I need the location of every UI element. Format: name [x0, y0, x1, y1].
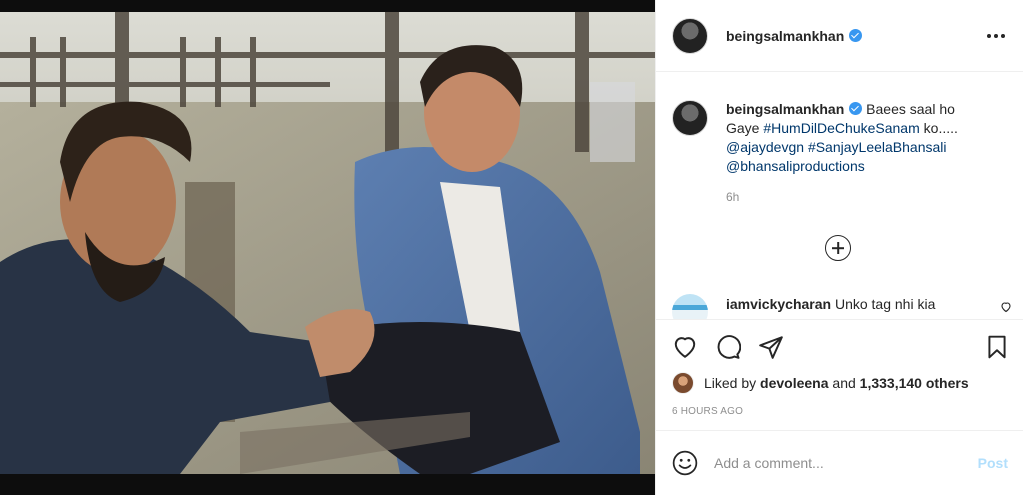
- share-icon[interactable]: [758, 334, 784, 360]
- mention-link[interactable]: @bhansaliproductions: [726, 158, 865, 174]
- load-more-comments-icon[interactable]: [825, 235, 851, 261]
- comment-item: iamvickycharan Unko tag nhi kia: [672, 294, 1012, 319]
- likes-middle: and: [832, 375, 856, 391]
- post-photo[interactable]: [0, 12, 655, 474]
- hashtag-link[interactable]: #SanjayLeelaBhansali: [808, 139, 947, 155]
- post-header: beingsalmankhan: [656, 0, 1023, 72]
- caption-text-part: ko.....: [919, 120, 958, 136]
- liker-avatar[interactable]: [672, 372, 694, 394]
- author-avatar[interactable]: [672, 17, 708, 54]
- verified-badge-icon: [849, 102, 863, 115]
- liker-username[interactable]: devoleena: [760, 375, 828, 391]
- caption-time[interactable]: 6h: [726, 190, 1008, 204]
- likes-summary: Liked by devoleena and 1,333,140 others: [672, 372, 969, 394]
- likes-prefix: Liked by: [704, 375, 757, 391]
- author-username[interactable]: beingsalmankhan: [726, 28, 844, 44]
- verified-badge-icon: [849, 29, 863, 42]
- post-image: [0, 12, 655, 474]
- emoji-icon[interactable]: [672, 450, 698, 476]
- post-actions: [656, 319, 1023, 374]
- caption-username[interactable]: beingsalmankhan: [726, 101, 844, 117]
- caption-text: beingsalmankhan Baees saal ho Gaye #HumD…: [726, 100, 991, 176]
- commenter-avatar[interactable]: [672, 294, 708, 319]
- comment-input[interactable]: [714, 455, 970, 471]
- likes-count[interactable]: 1,333,140 others: [860, 375, 969, 391]
- comment-icon[interactable]: [715, 334, 741, 360]
- comment-text: iamvickycharan Unko tag nhi kia: [726, 296, 935, 312]
- post-comment-button[interactable]: Post: [978, 455, 1008, 471]
- comment-body: Unko tag nhi kia: [834, 296, 936, 312]
- post-timestamp[interactable]: 6 HOURS AGO: [672, 406, 743, 417]
- caption: beingsalmankhan Baees saal ho Gaye #HumD…: [672, 100, 1008, 176]
- comments-section: beingsalmankhan Baees saal ho Gaye #HumD…: [656, 72, 1023, 319]
- comment-username[interactable]: iamvickycharan: [726, 296, 831, 312]
- comment-like-heart-icon[interactable]: [1000, 301, 1012, 313]
- more-horizontal-icon[interactable]: [985, 28, 1007, 44]
- hashtag-link[interactable]: #HumDilDeChukeSanam: [763, 120, 919, 136]
- post-photo-area: [0, 0, 655, 495]
- bookmark-icon[interactable]: [984, 334, 1010, 360]
- mention-link[interactable]: @ajaydevgn: [726, 139, 804, 155]
- caption-avatar[interactable]: [672, 100, 708, 136]
- add-comment-bar: Post: [656, 430, 1023, 495]
- heart-icon[interactable]: [672, 334, 698, 360]
- post-side-panel: beingsalmankhan beingsalmankhan Baees sa…: [655, 0, 1023, 495]
